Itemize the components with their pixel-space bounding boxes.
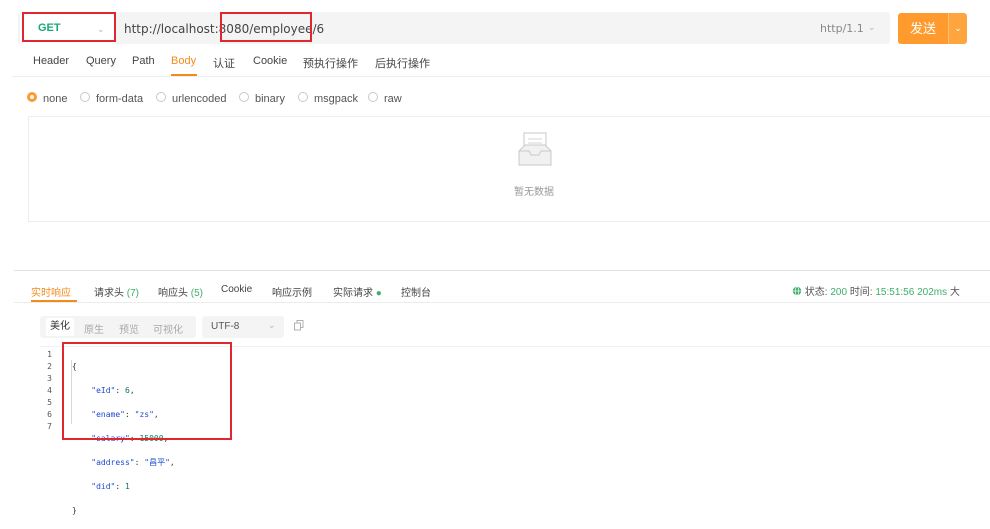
chevron-down-icon: ⌄ bbox=[268, 320, 276, 330]
tab-pre-script[interactable]: 预执行操作 bbox=[303, 55, 358, 71]
time-value: 15:51:56 bbox=[875, 287, 915, 298]
json-line: } bbox=[72, 506, 77, 515]
line-numbers: 1 2 3 4 5 6 7 bbox=[40, 349, 52, 433]
globe-icon bbox=[792, 286, 802, 296]
json-key: "address" bbox=[91, 458, 135, 467]
line-number: 6 bbox=[47, 410, 52, 419]
status-label: 状态: bbox=[804, 287, 828, 298]
format-raw-button[interactable]: 原生 bbox=[84, 321, 104, 336]
json-value: 1 bbox=[125, 482, 130, 491]
tabs-divider bbox=[12, 76, 990, 77]
radio-raw[interactable] bbox=[368, 92, 378, 102]
tab-label: 响应头 bbox=[158, 288, 188, 299]
tab-body[interactable]: Body bbox=[171, 55, 196, 67]
duration: 202ms bbox=[917, 287, 948, 298]
copy-icon[interactable] bbox=[294, 320, 304, 331]
line-number: 3 bbox=[47, 374, 52, 383]
send-dropdown-button[interactable]: ⌄ bbox=[948, 13, 967, 44]
response-status: 状态: 200 时间: 15:51:56 202ms 大 bbox=[792, 283, 960, 298]
tab-request-headers[interactable]: 请求头 (7) bbox=[94, 284, 139, 299]
tab-cookie-response[interactable]: Cookie bbox=[221, 284, 252, 295]
radio-urlencoded[interactable] bbox=[156, 92, 166, 102]
tab-response-example[interactable]: 响应示例 bbox=[272, 284, 312, 299]
http-version-select[interactable]: http/1.1 bbox=[820, 22, 864, 35]
status-code: 200 bbox=[830, 287, 848, 298]
format-visualize-button[interactable]: 可视化 bbox=[153, 321, 183, 336]
tab-query[interactable]: Query bbox=[86, 55, 116, 67]
radio-form-data[interactable] bbox=[80, 92, 90, 102]
count-badge: (5) bbox=[190, 288, 204, 299]
radio-binary[interactable] bbox=[239, 92, 249, 102]
line-number: 1 bbox=[47, 350, 52, 359]
json-value: "昌平" bbox=[144, 458, 170, 467]
radio-label-msgpack: msgpack bbox=[314, 93, 359, 105]
line-number: 2 bbox=[47, 362, 52, 371]
json-key: "did" bbox=[91, 482, 116, 491]
empty-inbox-icon bbox=[518, 132, 552, 166]
format-preview-button[interactable]: 预览 bbox=[119, 321, 139, 336]
radio-msgpack[interactable] bbox=[298, 92, 308, 102]
line-number: 5 bbox=[47, 398, 52, 407]
json-line: "did": 1 bbox=[91, 482, 130, 491]
empty-label: 暂无数据 bbox=[514, 187, 554, 198]
json-line: "address": "昌平", bbox=[91, 458, 175, 467]
highlight-box-method bbox=[22, 12, 116, 42]
tab-header[interactable]: Header bbox=[33, 55, 69, 67]
response-tabs-divider bbox=[14, 302, 990, 303]
tab-realtime-response[interactable]: 实时响应 bbox=[31, 284, 71, 299]
tab-actual-request[interactable]: 实际请求 ● bbox=[333, 284, 382, 299]
highlight-box-path bbox=[220, 12, 312, 42]
radio-label-urlencoded: urlencoded bbox=[172, 93, 227, 105]
time-label: 时间: bbox=[849, 287, 873, 298]
radio-none[interactable] bbox=[27, 92, 37, 102]
tab-console[interactable]: 控制台 bbox=[401, 284, 431, 299]
tab-cookie[interactable]: Cookie bbox=[253, 55, 287, 67]
tab-response-headers[interactable]: 响应头 (5) bbox=[158, 284, 203, 299]
tab-auth[interactable]: 认证 bbox=[213, 55, 235, 71]
send-button[interactable]: 发送 bbox=[898, 13, 948, 44]
format-beautify-button[interactable]: 美化 bbox=[46, 318, 74, 336]
radio-label-none: none bbox=[43, 93, 68, 105]
dot-icon: ● bbox=[375, 288, 382, 299]
radio-label-raw: raw bbox=[384, 93, 402, 105]
tab-label: 请求头 bbox=[94, 288, 124, 299]
body-empty-panel bbox=[28, 116, 990, 222]
radio-label-binary: binary bbox=[255, 93, 285, 105]
tab-path[interactable]: Path bbox=[132, 55, 155, 67]
chevron-down-icon: ⌄ bbox=[954, 23, 962, 33]
tab-post-script[interactable]: 后执行操作 bbox=[375, 55, 430, 71]
radio-label-form-data: form-data bbox=[96, 93, 144, 105]
line-number: 4 bbox=[47, 386, 52, 395]
count-badge: (7) bbox=[126, 288, 140, 299]
tab-label: 实际请求 bbox=[333, 288, 373, 299]
size-label: 大 bbox=[949, 287, 960, 298]
highlight-box-response bbox=[62, 342, 232, 440]
chevron-down-icon: ⌄ bbox=[868, 22, 876, 32]
encoding-value: UTF-8 bbox=[211, 321, 240, 332]
line-number: 7 bbox=[47, 422, 52, 431]
